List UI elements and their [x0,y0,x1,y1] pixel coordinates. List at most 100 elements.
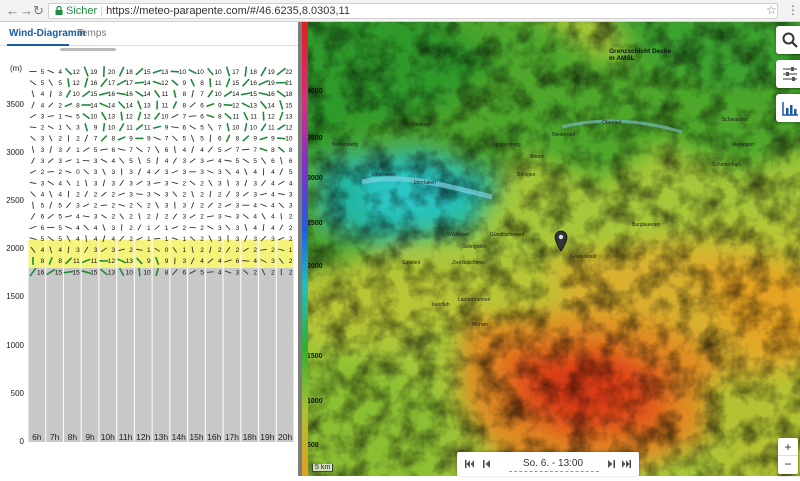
wind-arrow [260,193,267,195]
wind-arrow [191,135,194,142]
wind-cell: 14 [118,102,133,110]
wind-grid: 5412192018151310101017181922551216171714… [28,66,294,442]
wind-arrow [225,113,232,119]
wind-arrow [277,68,286,75]
wind-cell: 19 [259,80,275,87]
wind-arrow [242,149,250,150]
wind-speed-label: 3 [165,180,169,187]
wind-cell: 16 [85,78,98,87]
wind-cell: 2 [120,214,133,221]
wind-cell: 4 [192,146,205,154]
chart-button[interactable] [776,94,800,122]
wind-cell: 10 [83,113,98,120]
time-slider[interactable]: So. 6. - 13:00 [457,452,639,476]
zoom-in-button[interactable]: + [778,438,798,456]
tab-temps[interactable]: Temps [77,28,106,39]
wind-speed-label: 12 [72,80,80,87]
wind-speed-label: 2 [200,225,204,232]
wind-speed-label: 10 [161,113,169,120]
wind-cell: 5 [30,80,44,87]
wind-cell: 9 [260,136,275,143]
zoom-out-button[interactable]: − [778,456,798,474]
wind-speed-label: 18 [285,91,293,98]
wind-speed-label: 2 [253,269,257,276]
wind-arrow [280,157,282,164]
hour-label: 15h [187,432,205,442]
terrain-map[interactable]: Grenzschicht Deckem AMSL 400035003000250… [302,22,800,476]
wind-cell: 14 [100,102,116,109]
wind-speed-label: 4 [200,147,204,154]
wind-arrow [171,71,179,72]
wind-speed-label: 4 [58,69,62,76]
wind-speed-label: 1 [165,225,169,232]
hour-label: 14h [170,432,188,442]
wind-arrow [280,225,283,231]
wind-speed-label: 6 [200,113,204,120]
forward-arrow-icon[interactable]: → [20,3,33,19]
wind-speed-label: 3 [112,169,116,176]
step-forward-icon[interactable] [607,459,615,469]
wind-cell: 5 [191,135,204,143]
wind-cell: 10 [66,90,80,98]
address-bar[interactable]: Sicher | https://meteo-parapente.com/#/4… [48,3,778,19]
back-arrow-icon[interactable]: ← [6,3,19,19]
wind-speed-label: 4 [41,247,45,254]
tab-wind-diagramm[interactable]: Wind-Diagramm [9,28,86,39]
settings-button[interactable] [776,60,800,88]
bookmark-star-icon[interactable]: ☆ [766,3,777,17]
wind-speed-label: 19 [268,69,276,76]
wind-speed-label: 2 [200,236,204,243]
wind-cell: 3 [30,113,44,120]
wind-speed-label: 19 [90,69,98,76]
wind-arrow [225,148,232,152]
wind-arrow [138,101,141,110]
wind-speed-label: 5 [94,147,98,154]
wind-cell: 7 [225,147,240,154]
wind-arrow [67,147,71,152]
hour-label: 18h [241,432,259,442]
wind-speed-label: 11 [144,125,151,132]
wind-speed-label: 3 [76,125,80,132]
skip-forward-icon[interactable] [621,459,631,469]
wind-speed-label: 2 [112,191,116,198]
wind-speed-label: 4 [271,180,275,187]
wind-cell: 9 [135,136,151,143]
horizontal-scrollbar[interactable] [60,48,116,51]
reload-icon[interactable]: ↻ [33,3,44,19]
search-button[interactable] [776,26,800,54]
wind-arrow [280,112,283,121]
wind-arrow [66,171,72,173]
wind-speed-label: 14 [126,102,134,109]
wind-arrow [65,68,71,74]
wind-arrow [83,216,90,217]
legend-value: 2500 [307,220,323,227]
wind-speed-label: 12 [143,113,151,120]
legend-unit-text: m AMSL [609,55,635,62]
wind-cell: 6 [155,146,168,154]
wind-cell: 6 [30,225,45,232]
wind-cell: 4 [207,158,222,165]
step-back-icon[interactable] [483,459,491,469]
wind-speed-label: 3 [182,214,186,221]
town-label: Ringgenberg [492,142,521,148]
skip-back-icon[interactable] [465,459,475,469]
wind-speed-label: 14 [268,102,276,109]
wind-arrow [192,146,194,153]
altitude-tick-label: 3500 [0,100,24,109]
wind-cell: 3 [225,203,240,210]
time-track[interactable] [509,471,599,472]
wind-cell: 4 [262,213,275,220]
wind-speed-label: 18 [250,69,258,76]
browser-menu-icon[interactable]: ⋮ [787,3,799,17]
wind-speed-label: 5 [253,158,257,165]
wind-cell: 1 [65,158,80,165]
wind-speed-label: 3 [289,191,293,198]
wind-cell: 4 [226,169,240,176]
wind-cell: 6 [190,102,204,109]
map-pin-icon[interactable] [554,230,568,252]
wind-arrow [190,215,195,218]
wind-speed-label: 1 [182,247,186,254]
wind-speed-label: 4 [218,258,222,265]
wind-speed-label: 10 [179,69,187,76]
wind-speed-label: 3 [253,236,257,243]
